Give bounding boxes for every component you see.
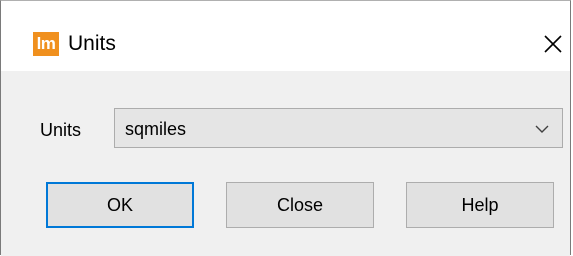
title-bar: lm Units (1, 1, 570, 71)
dialog-body: Units sqmiles OK Close Help (1, 71, 570, 256)
close-button[interactable]: Close (226, 182, 374, 228)
units-label: Units (40, 120, 82, 140)
chevron-down-icon (534, 122, 550, 134)
ok-button[interactable]: OK (46, 182, 194, 228)
close-icon[interactable] (536, 27, 570, 61)
help-button[interactable]: Help (406, 182, 554, 228)
units-select-value: sqmiles (125, 119, 187, 139)
units-select[interactable]: sqmiles (114, 108, 563, 148)
window-title: Units (68, 32, 116, 55)
units-dialog: lm Units Units sqmiles OK Close Help (0, 0, 571, 256)
app-logo-icon: lm (33, 32, 59, 56)
